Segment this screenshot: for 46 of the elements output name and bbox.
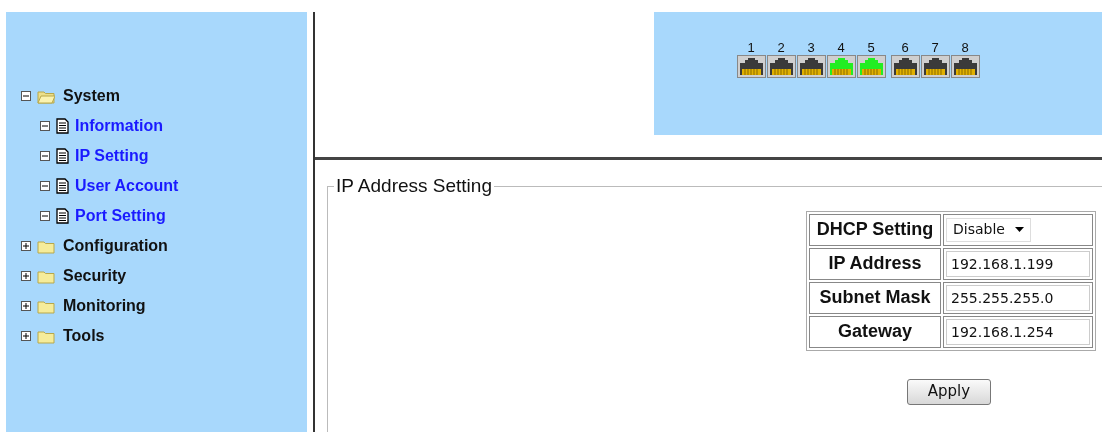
port-number: 8 — [961, 41, 969, 55]
document-icon — [56, 178, 69, 194]
tree-folder-label[interactable]: System — [63, 84, 120, 108]
collapse-icon[interactable] — [40, 151, 50, 161]
collapse-icon[interactable] — [40, 121, 50, 131]
text-field[interactable]: 192.168.1.254 — [946, 318, 1090, 345]
document-icon — [56, 118, 69, 134]
document-icon — [56, 208, 69, 224]
tree-page-link[interactable]: Information — [75, 114, 163, 138]
port-number: 3 — [807, 41, 815, 55]
field-label: Subnet Mask — [809, 281, 941, 314]
port-number: 1 — [747, 41, 755, 55]
tree-page-link[interactable]: Port Setting — [75, 204, 166, 228]
text-field[interactable]: 192.168.1.199 — [946, 250, 1090, 277]
field-label: IP Address — [809, 247, 941, 280]
dhcp-dropdown[interactable]: Disable — [946, 217, 1031, 242]
tree-folder-label[interactable]: Tools — [63, 324, 105, 348]
port-number: 4 — [837, 41, 845, 55]
document-icon — [56, 148, 69, 164]
expand-icon[interactable] — [21, 271, 31, 281]
port-number: 5 — [867, 41, 875, 55]
tree-page-link[interactable]: User Account — [75, 174, 179, 198]
tree-folder-label[interactable]: Configuration — [63, 234, 168, 258]
folder-icon — [37, 298, 55, 314]
expand-icon[interactable] — [21, 301, 31, 311]
expand-icon[interactable] — [21, 331, 31, 341]
field-label: DHCP Setting — [809, 213, 941, 246]
open-folder-icon — [37, 88, 55, 104]
port-number: 7 — [931, 41, 939, 55]
field-label: Gateway — [809, 315, 941, 348]
text-field[interactable]: 255.255.255.0 — [946, 284, 1090, 311]
collapse-icon[interactable] — [40, 211, 50, 221]
dropdown-arrow-icon — [1014, 227, 1024, 232]
folder-icon — [37, 328, 55, 344]
port-number: 6 — [901, 41, 909, 55]
expand-icon[interactable] — [21, 241, 31, 251]
port-number: 2 — [777, 41, 785, 55]
tree-folder-label[interactable]: Monitoring — [63, 294, 146, 318]
tree-page-link[interactable]: IP Setting — [75, 144, 149, 168]
folder-icon — [37, 238, 55, 254]
collapse-icon[interactable] — [40, 181, 50, 191]
tree-folder-label[interactable]: Security — [63, 264, 127, 288]
group-legend: IP Address Setting — [334, 172, 494, 201]
folder-icon — [37, 268, 55, 284]
collapse-icon[interactable] — [21, 91, 31, 101]
apply-button[interactable]: Apply — [907, 378, 991, 405]
